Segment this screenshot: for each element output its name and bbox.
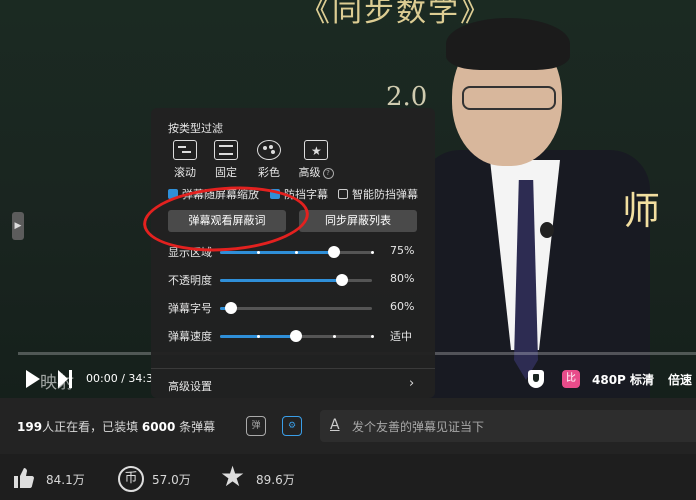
slider-tick (371, 335, 374, 338)
filter-type-fixed[interactable]: 固定 (209, 140, 243, 180)
viewer-stats: 199人正在看，已装填 6000 条弹幕 (17, 418, 215, 435)
viewers-count: 199 (17, 420, 43, 434)
slider-opacity[interactable]: 不透明度 80% (168, 272, 418, 288)
viewers-text: 人正在看，已装填 (42, 420, 142, 434)
checkbox-label: 弹幕随屏幕缩放 (182, 188, 259, 201)
filter-title: 按类型过滤 (168, 122, 223, 135)
advanced-settings-link[interactable]: 高级设置 (168, 378, 212, 394)
help-icon[interactable]: ? (322, 167, 334, 179)
slider-track[interactable] (220, 274, 372, 286)
slider-fill (220, 279, 342, 282)
slider-font-size[interactable]: 弹幕字号 60% (168, 300, 418, 316)
slider-value: 80% (390, 272, 415, 285)
checkbox-checked-icon (270, 189, 280, 199)
coin-icon: 币 (118, 466, 144, 492)
filter-type-scroll[interactable]: 滚动 (168, 140, 202, 180)
danmaku-toggle-icon[interactable]: 弹 (246, 416, 266, 436)
like-count: 84.1万 (46, 473, 85, 487)
slider-label: 显示区域 (168, 246, 212, 259)
danmaku-suffix: 条弹幕 (175, 420, 216, 434)
danmaku-input-box: A (320, 410, 696, 442)
slider-tick (371, 251, 374, 254)
coin-count: 57.0万 (152, 473, 191, 487)
slider-knob[interactable] (328, 246, 340, 258)
favorite-count: 89.6万 (256, 473, 295, 487)
fixed-icon (214, 140, 238, 160)
quality-button[interactable]: 480P 标清 (592, 371, 654, 388)
slider-fill (220, 251, 334, 254)
scroll-icon (173, 140, 197, 160)
slider-knob[interactable] (290, 330, 302, 342)
advanced-icon: ★ (304, 140, 328, 160)
slider-label: 弹幕速度 (168, 330, 212, 343)
filter-type-color[interactable]: 彩色 (252, 140, 286, 180)
filter-type-label: 高级? (295, 164, 337, 180)
slider-value: 适中 (390, 330, 412, 343)
shield-icon[interactable] (528, 370, 544, 388)
svg-text:★: ★ (311, 144, 322, 158)
checkbox-block-subtitles[interactable]: 防挡字幕 (270, 186, 328, 202)
filter-type-label: 彩色 (258, 166, 280, 179)
filter-type-advanced[interactable]: ★ 高级? (295, 140, 337, 180)
slider-speed[interactable]: 弹幕速度 适中 (168, 328, 418, 344)
checkbox-scale-with-screen[interactable]: 弹幕随屏幕缩放 (168, 186, 259, 202)
checkbox-label: 防挡字幕 (284, 188, 328, 201)
slider-tick (257, 251, 260, 254)
play-icon[interactable] (26, 370, 40, 388)
next-episode-icon[interactable] (58, 370, 72, 388)
blocked-words-button[interactable]: 弹幕观看屏蔽词 (168, 210, 286, 232)
slider-track[interactable] (220, 246, 374, 258)
app-badge-icon[interactable]: 比 (562, 370, 580, 388)
checkbox-checked-icon (168, 189, 178, 199)
filter-type-label: 滚动 (174, 166, 196, 179)
slider-knob[interactable] (224, 302, 237, 314)
checkbox-label: 智能防挡弹幕 (352, 188, 418, 201)
teacher-hair (446, 18, 570, 70)
slider-track[interactable] (220, 302, 372, 314)
slider-value: 60% (390, 300, 415, 313)
speed-button[interactable]: 倍速 (668, 371, 692, 388)
danmaku-settings-panel: 按类型过滤 滚动 固定 彩色 ★ 高级? 弹幕随屏幕缩放 防挡字幕 智能防挡弹幕… (151, 108, 435, 398)
action-row: 84.1万 币 57.0万 ★ 89.6万 (0, 454, 696, 500)
filter-type-label: 固定 (215, 166, 237, 179)
danmaku-count: 6000 (141, 420, 176, 434)
time-separator: / (121, 372, 125, 385)
slider-label: 弹幕字号 (168, 302, 212, 315)
slider-display-area[interactable]: 显示区域 75% (168, 244, 418, 260)
slider-label: 不透明度 (168, 274, 212, 287)
slider-track[interactable] (220, 330, 374, 342)
slider-knob[interactable] (335, 274, 348, 286)
slider-value: 75% (390, 244, 415, 257)
thumbs-up-icon (14, 468, 34, 488)
checkbox-smart-block[interactable]: 智能防挡弹幕 (338, 186, 418, 202)
palette-icon (257, 140, 281, 160)
side-panel-toggle[interactable]: ▶ (12, 212, 24, 240)
slider-tick (257, 335, 260, 338)
slider-tick (333, 335, 336, 338)
duration: 34:3 (128, 372, 154, 385)
microphone (540, 222, 554, 238)
danmaku-settings-icon[interactable]: ⚙ (282, 416, 302, 436)
slider-tick (295, 251, 298, 254)
chevron-right-icon[interactable]: › (409, 376, 414, 391)
star-icon: ★ (220, 460, 246, 493)
current-time: 00:00 (86, 372, 118, 385)
teacher-glasses (462, 86, 556, 110)
danmaku-info-bar: 199人正在看，已装填 6000 条弹幕 弹 ⚙ A (0, 398, 696, 454)
checkbox-unchecked-icon (338, 189, 348, 199)
panel-divider (151, 368, 435, 369)
text-style-icon[interactable]: A (330, 417, 340, 433)
sync-blocklist-button[interactable]: 同步屏蔽列表 (299, 210, 417, 232)
board-char-text: 师 (622, 189, 661, 233)
time-display: 00:00 / 34:3 (86, 372, 153, 385)
danmaku-input[interactable] (350, 416, 684, 438)
